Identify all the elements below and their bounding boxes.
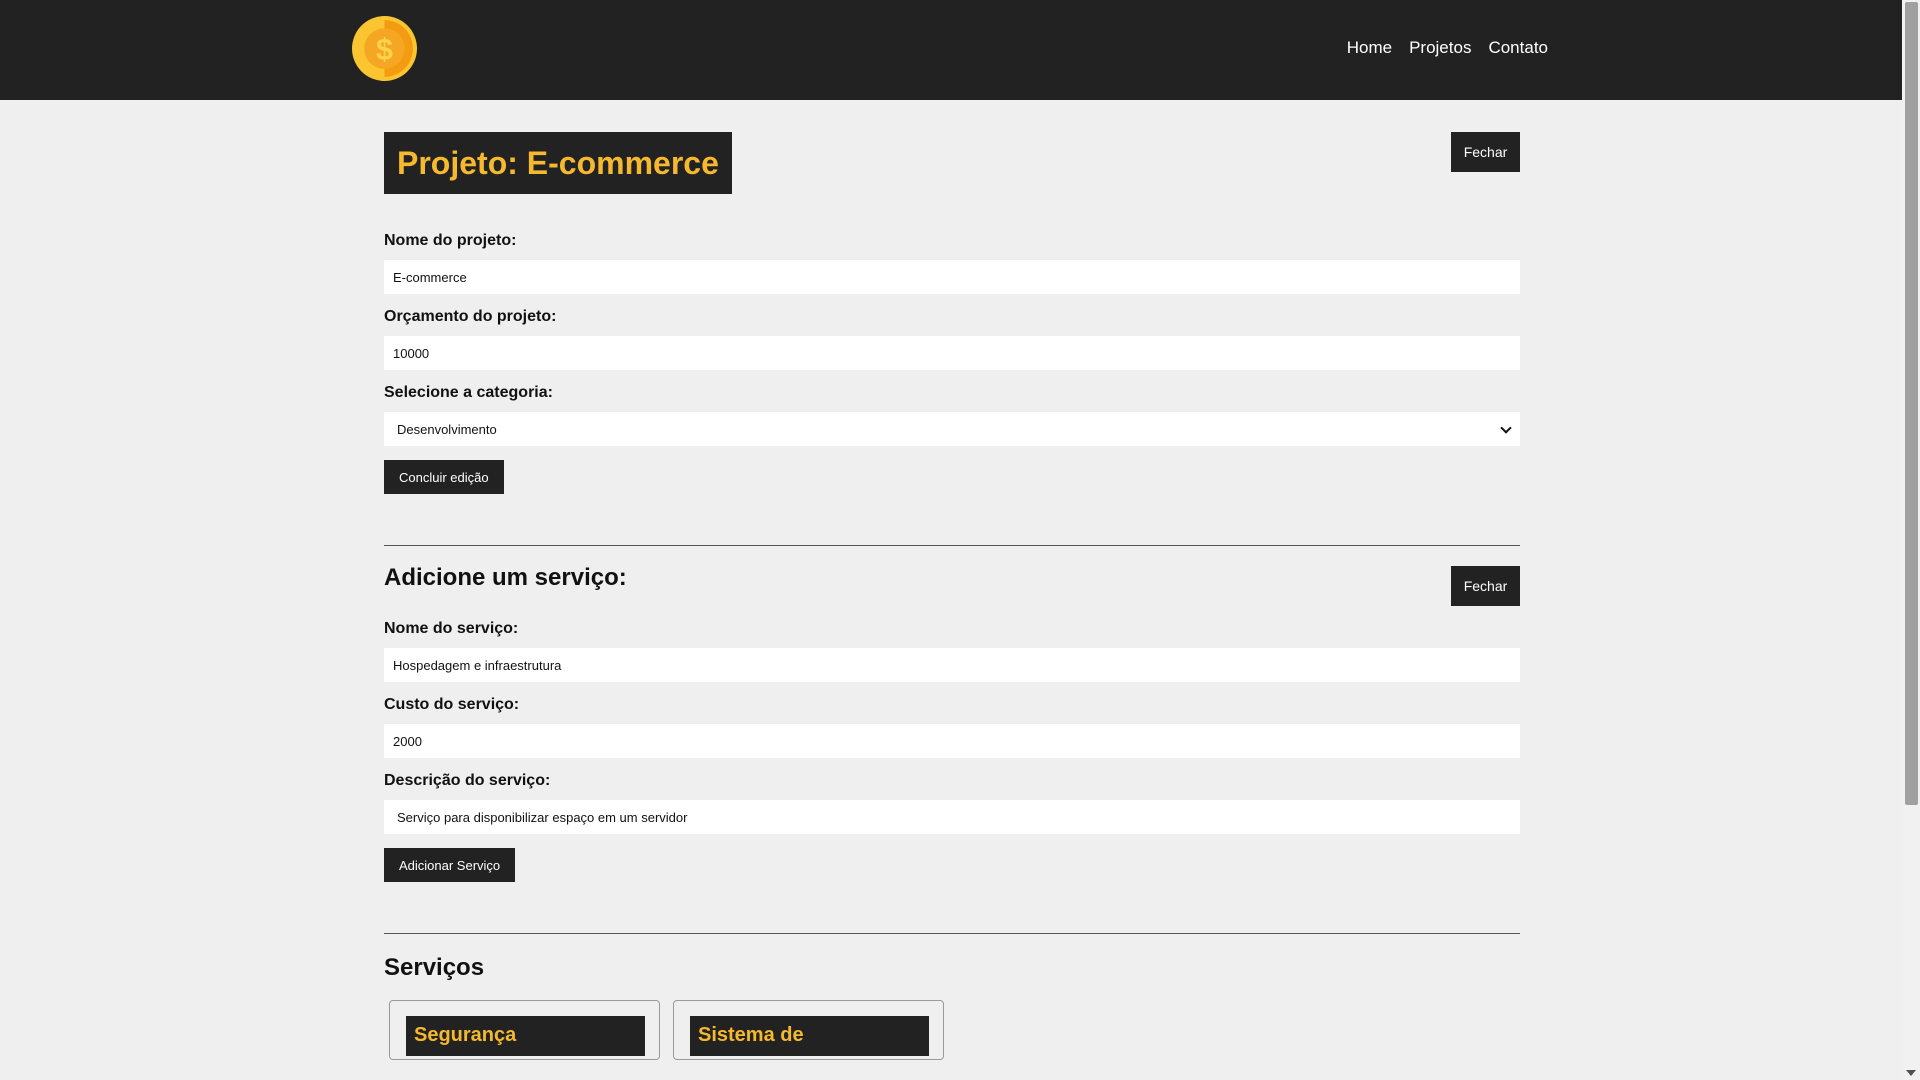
project-category-field: Selecione a categoria: Desenvolvimento: [384, 384, 1520, 446]
service-cost-label: Custo do serviço:: [384, 696, 520, 713]
service-cards: Segurança Sistema de: [384, 982, 1520, 1060]
service-name-field: Nome do serviço:: [384, 620, 1520, 682]
services-title: Serviços: [384, 954, 485, 981]
nav-links: Home Projetos Contato: [1347, 38, 1548, 58]
close-project-edit-button[interactable]: Fechar: [1451, 132, 1520, 172]
nav-link-projetos[interactable]: Projetos: [1409, 38, 1471, 58]
service-description-field: Descrição do serviço:: [384, 772, 1520, 834]
project-category-value: Desenvolvimento: [397, 421, 497, 437]
finish-edit-button[interactable]: Concluir edição: [384, 460, 504, 494]
project-category-label: Selecione a categoria:: [384, 384, 553, 401]
service-description-label: Descrição do serviço:: [384, 772, 551, 789]
nav-link-contato[interactable]: Contato: [1488, 38, 1548, 58]
navbar: $ Home Projetos Contato: [0, 0, 1902, 100]
scrollbar[interactable]: [1902, 0, 1920, 1080]
project-header: Projeto: E-commerce Fechar: [384, 100, 1520, 232]
project-name-input[interactable]: [384, 260, 1520, 294]
nav-link-home[interactable]: Home: [1347, 38, 1392, 58]
logo-dollar-text: $: [376, 33, 393, 67]
divider: [384, 933, 1520, 934]
project-category-select[interactable]: Desenvolvimento: [384, 412, 1520, 446]
project-name-field: Nome do projeto:: [384, 232, 1520, 294]
service-card: Segurança: [389, 1000, 660, 1060]
chevron-down-icon: [1500, 422, 1512, 434]
service-name-input[interactable]: [384, 648, 1520, 682]
add-service-header: Adicione um serviço: Fechar: [384, 546, 1520, 620]
project-name-label: Nome do projeto:: [384, 232, 517, 249]
project-budget-label: Orçamento do projeto:: [384, 308, 557, 325]
project-title: Projeto: E-commerce: [384, 132, 732, 194]
project-budget-input[interactable]: [384, 336, 1520, 370]
close-service-form-button[interactable]: Fechar: [1451, 566, 1520, 606]
add-service-title: Adicione um serviço:: [384, 564, 627, 591]
service-cost-field: Custo do serviço:: [384, 696, 1520, 758]
project-budget-field: Orçamento do projeto:: [384, 308, 1520, 370]
service-card-title: Sistema de: [690, 1016, 929, 1056]
scroll-down-arrow-icon[interactable]: [1906, 1070, 1916, 1076]
service-card-title: Segurança: [406, 1016, 645, 1056]
add-service-button[interactable]: Adicionar Serviço: [384, 848, 516, 882]
coin-logo-icon[interactable]: $: [352, 16, 417, 81]
service-description-input[interactable]: [384, 800, 1520, 834]
scrollbar-thumb[interactable]: [1905, 2, 1918, 805]
service-name-label: Nome do serviço:: [384, 620, 519, 637]
main-content: Projeto: E-commerce Fechar Nome do proje…: [384, 100, 1520, 1060]
service-card: Sistema de: [673, 1000, 944, 1060]
service-cost-input[interactable]: [384, 724, 1520, 758]
